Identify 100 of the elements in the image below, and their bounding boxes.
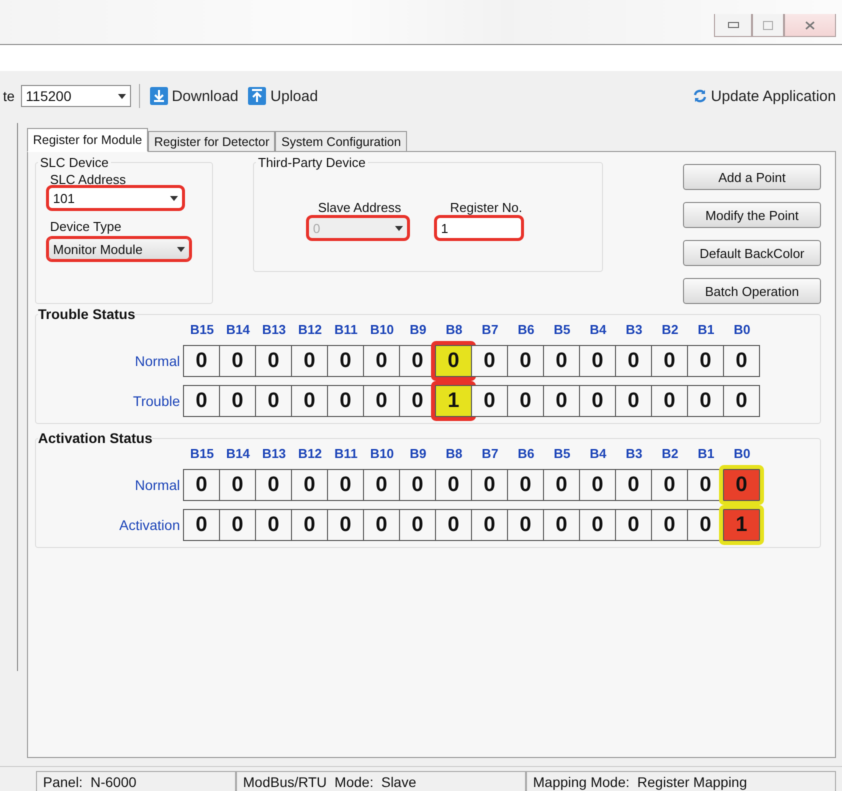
tab[interactable]: Register for Module: [27, 128, 148, 152]
bit-header: B10: [369, 446, 395, 461]
field-label: Register No.: [450, 200, 522, 215]
baud-rate-label: te: [3, 88, 15, 104]
close-icon: [805, 20, 815, 30]
download-button[interactable]: Download: [148, 87, 240, 105]
bit-cell: 0: [327, 385, 364, 417]
bit-cell: 0: [363, 345, 400, 377]
dropdown-arrow-icon: [177, 246, 185, 252]
bit-cell: 0: [327, 345, 364, 377]
bit-header: B6: [516, 322, 536, 337]
bit-cell: 0: [399, 509, 436, 541]
bit-cell: 0: [363, 469, 400, 501]
bit-cell: 0: [471, 469, 508, 501]
bit-cell: 0: [651, 385, 688, 417]
bit-header: B11: [333, 446, 359, 461]
action-button[interactable]: Batch Operation: [683, 278, 821, 304]
dropdown-arrow-icon: [170, 196, 178, 200]
register-number-field[interactable]: 1: [436, 217, 522, 239]
bit-header: B8: [444, 322, 464, 337]
bit-header: B3: [624, 446, 644, 461]
bit-cell: 0: [687, 345, 724, 377]
bit-header: B10: [369, 322, 395, 337]
bit-cell: 0: [435, 469, 472, 501]
bit-header: B8: [444, 446, 464, 461]
bit-header: B12: [297, 446, 323, 461]
tab[interactable]: System Configuration: [275, 131, 407, 152]
tab[interactable]: Register for Detector: [148, 131, 276, 152]
bit-cell: 0: [579, 469, 616, 501]
slc-address-dropdown[interactable]: 101: [48, 187, 183, 209]
field-label: Slave Address: [318, 200, 402, 215]
bit-header: B13: [261, 322, 287, 337]
bit-header: B4: [588, 322, 608, 337]
bit-cell: 0: [579, 385, 616, 417]
bit-cell: 0: [219, 345, 256, 377]
field-label: Device Type: [50, 219, 122, 234]
bit-cell: 0: [615, 469, 652, 501]
bit-cell: 0: [687, 385, 724, 417]
section-title: Activation Status: [38, 430, 152, 446]
bit-cell: 0: [255, 509, 292, 541]
bit-cell: 0: [219, 469, 256, 501]
bit-cell: 0: [291, 509, 328, 541]
bit-header: B9: [408, 322, 428, 337]
action-button[interactable]: Modify the Point: [683, 202, 821, 228]
row-label: Normal: [134, 353, 181, 369]
bit-cell: 0: [399, 469, 436, 501]
status-item: Panel: N-6000: [36, 771, 236, 791]
baud-rate-dropdown[interactable]: 115200: [20, 85, 131, 107]
bit-cell: 0: [183, 385, 220, 417]
bit-cell: 0: [651, 509, 688, 541]
bit-cell: 0: [723, 385, 760, 417]
bit-header: B1: [696, 322, 716, 337]
minimize-button[interactable]: [714, 14, 752, 37]
upload-button[interactable]: Upload: [246, 87, 320, 105]
bit-cell: 0: [363, 509, 400, 541]
action-button[interactable]: Default BackColor: [683, 240, 821, 266]
maximize-icon: [763, 20, 773, 30]
bit-header: B0: [732, 446, 752, 461]
bit-header: B11: [333, 322, 359, 337]
bit-cell: 0: [291, 469, 328, 501]
row-label: Normal: [134, 477, 181, 493]
update-application-button[interactable]: Update Application: [690, 88, 838, 104]
bit-header: B2: [660, 446, 680, 461]
close-button[interactable]: [784, 14, 836, 37]
bit-cell: 0: [543, 469, 580, 501]
bit-header: B12: [297, 322, 323, 337]
bit-cell: 0: [507, 385, 544, 417]
bit-header: B5: [552, 322, 572, 337]
bit-cell: 0: [615, 345, 652, 377]
bit-cell: 0: [183, 345, 220, 377]
bit-cell: 0: [255, 345, 292, 377]
maximize-button[interactable]: [752, 14, 784, 37]
device-type-dropdown[interactable]: Monitor Module: [48, 238, 190, 260]
bit-cell: 0: [183, 469, 220, 501]
bit-cell: 0: [471, 509, 508, 541]
bit-cell: 0: [291, 345, 328, 377]
bit-cell: 0: [471, 345, 508, 377]
bit-header: B9: [408, 446, 428, 461]
status-item: ModBus/RTU Mode: Slave: [236, 771, 526, 791]
bit-cell: 0: [471, 385, 508, 417]
bit-header: B14: [225, 322, 251, 337]
bit-cell: 0: [723, 345, 760, 377]
bit-header: B1: [696, 446, 716, 461]
bit-cell: 0: [435, 509, 472, 541]
bit-cell: 0: [579, 345, 616, 377]
bit-header: B6: [516, 446, 536, 461]
bit-cell: 0: [219, 385, 256, 417]
bit-header: B15: [189, 322, 215, 337]
bit-header: B13: [261, 446, 287, 461]
bit-cell: 0: [507, 469, 544, 501]
dropdown-arrow-icon: [118, 94, 126, 98]
bit-cell: 0: [363, 385, 400, 417]
bit-header: B7: [480, 322, 500, 337]
bit-cell: 0: [183, 509, 220, 541]
action-button[interactable]: Add a Point: [683, 164, 821, 190]
bit-cell: 0: [651, 345, 688, 377]
refresh-icon: [692, 89, 707, 103]
bit-header: B15: [189, 446, 215, 461]
group-title: SLC Device: [38, 155, 111, 170]
row-label: Activation: [118, 517, 181, 533]
